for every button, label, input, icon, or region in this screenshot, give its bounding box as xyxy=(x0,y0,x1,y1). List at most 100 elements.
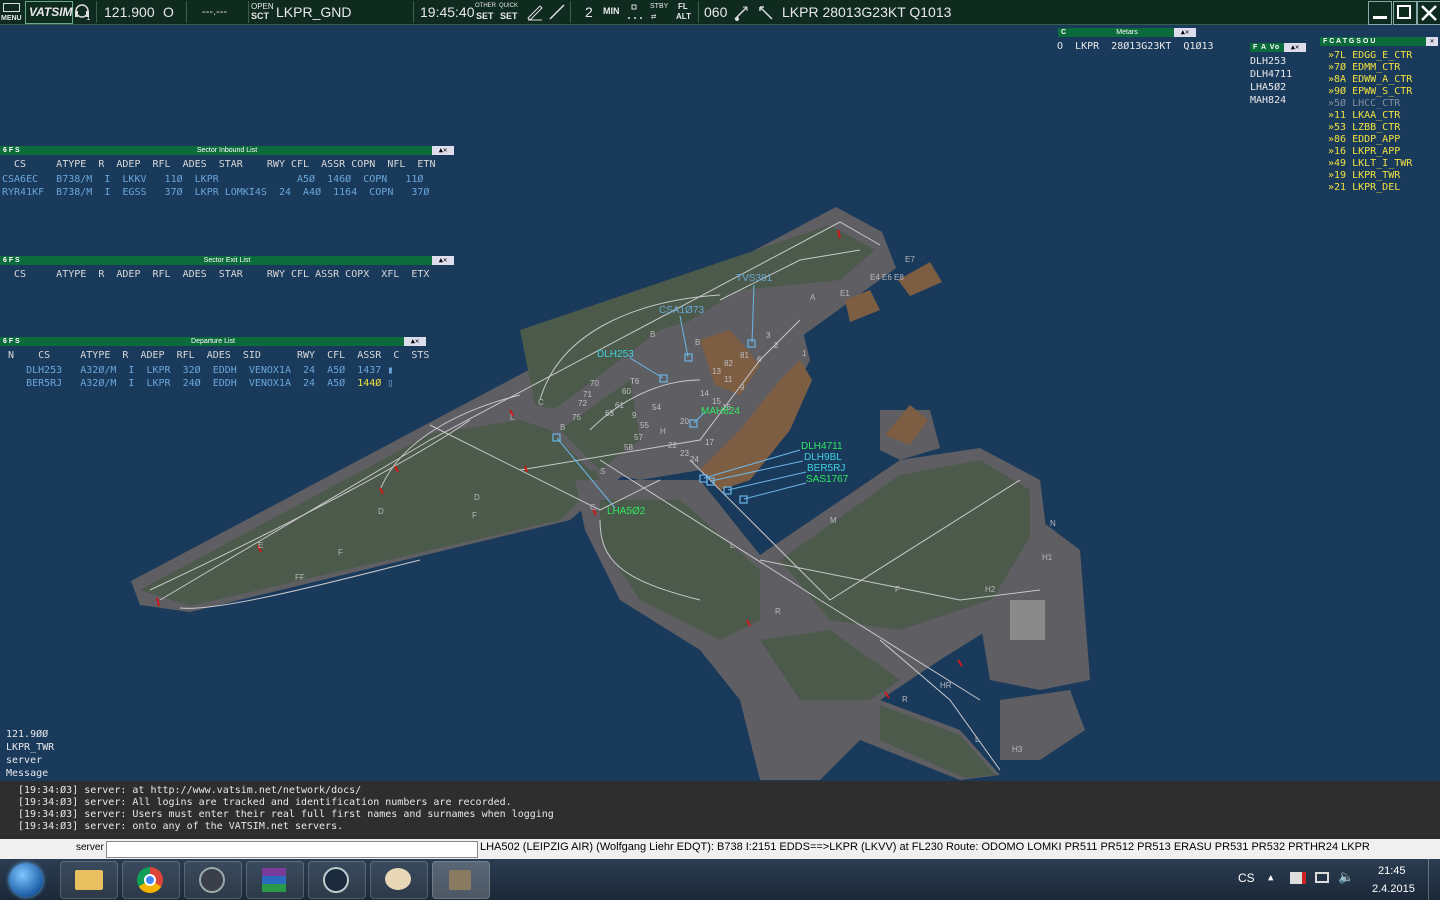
svg-text:H1: H1 xyxy=(1042,553,1053,562)
grass-area-west xyxy=(140,420,600,606)
metars-close-icon[interactable]: ▲✕ xyxy=(1174,28,1196,37)
svg-text:S: S xyxy=(600,467,605,476)
taskbar-paint[interactable] xyxy=(370,861,428,899)
paint-icon xyxy=(385,868,411,890)
controller-list-bar[interactable]: F C A T G S O U ✕ xyxy=(1320,37,1438,46)
aircraft-list-item[interactable]: DLH253 xyxy=(1250,55,1286,68)
svg-text:82: 82 xyxy=(724,359,733,368)
aircraft-label-dlh4711[interactable]: DLH4711 xyxy=(801,441,843,452)
network-icon[interactable] xyxy=(1315,872,1329,883)
aircraft-label-dlh9bl[interactable]: DLH9BL xyxy=(804,452,842,463)
inbound-list-row[interactable]: RYR41KF B738/M I EGSS 37Ø LKPR LOMKI4S 2… xyxy=(2,186,429,199)
aircraft-list-item[interactable]: MAH824 xyxy=(1250,94,1286,107)
departure-list-bar[interactable]: 6 F S Departure List ▲✕ xyxy=(0,337,426,346)
svg-text:71: 71 xyxy=(583,390,592,399)
departure-list-row[interactable]: BER5RJ A32Ø/M I LKPR 24Ø EDDH VENOX1A 24… xyxy=(2,377,393,390)
departure-list-header: N CS ATYPE R ADEP RFL ADES SID RWY CFL A… xyxy=(2,350,430,361)
svg-text:58: 58 xyxy=(624,443,633,452)
svg-text:A: A xyxy=(810,293,816,302)
svg-text:14: 14 xyxy=(700,389,709,398)
exit-list-bar[interactable]: 6 F S Sector Exit List ▲✕ xyxy=(0,256,454,265)
svg-text:HR: HR xyxy=(940,681,952,690)
action-center-icon[interactable] xyxy=(1290,872,1306,884)
svg-text:B: B xyxy=(650,330,655,339)
svg-text:B: B xyxy=(695,338,700,347)
svg-text:R: R xyxy=(902,695,908,704)
inbound-list-close-icon[interactable]: ▲✕ xyxy=(432,146,454,155)
svg-text:9: 9 xyxy=(740,383,745,392)
aircraft-list-item[interactable]: LHA5Ø2 xyxy=(1250,81,1286,94)
aircraft-label-mah824[interactable]: MAH824 xyxy=(701,406,740,417)
svg-text:13: 13 xyxy=(712,367,721,376)
svg-text:T6: T6 xyxy=(630,377,640,386)
svg-text:E: E xyxy=(258,541,263,550)
svg-text:L: L xyxy=(510,413,515,422)
north-hangar-2 xyxy=(898,262,942,296)
departure-status-icon[interactable]: ▯ xyxy=(387,378,393,389)
taskbar-teamspeak[interactable] xyxy=(308,861,366,899)
taskbar-winrar[interactable] xyxy=(246,861,304,899)
taskbar-date[interactable]: 2.4.2015 xyxy=(1372,883,1415,895)
svg-text:11: 11 xyxy=(724,375,733,384)
departure-list-row[interactable]: DLH253 A32Ø/M I LKPR 32Ø EDDH VENOX1A 24… xyxy=(2,364,393,377)
taskbar-clock[interactable]: 21:45 xyxy=(1378,865,1406,877)
svg-text:24: 24 xyxy=(690,455,699,464)
command-label: server xyxy=(76,842,104,853)
start-button[interactable] xyxy=(4,861,48,898)
aircraft-list-bar[interactable]: F A Vo ▲✕ xyxy=(1250,43,1306,52)
exit-list-close-icon[interactable]: ▲✕ xyxy=(432,256,454,265)
inbound-list-row[interactable]: CSA6EC B738/M I LKKV 11Ø LKPR A5Ø 146Ø C… xyxy=(2,173,423,186)
controller-list-close-icon[interactable]: ✕ xyxy=(1426,37,1438,46)
assigned-squawk[interactable]: 1437 xyxy=(357,365,381,376)
aircraft-label-sas1767[interactable]: SAS1767 xyxy=(806,474,848,485)
maintenance-hangar xyxy=(1010,600,1045,640)
svg-text:G: G xyxy=(590,503,596,512)
aircraft-label-dlh253[interactable]: DLH253 xyxy=(597,349,634,360)
metars-panel-bar[interactable]: C Metars ▲✕ xyxy=(1058,28,1196,37)
svg-text:F: F xyxy=(895,585,900,594)
aircraft-label-lha502[interactable]: LHA5Ø2 xyxy=(607,506,645,517)
message-area[interactable]: [19:34:Ø3] server: at http://www.vatsim.… xyxy=(0,781,1440,839)
media-player-icon xyxy=(199,867,225,893)
svg-text:H2: H2 xyxy=(985,585,996,594)
taskbar-euroscope[interactable] xyxy=(432,861,490,899)
language-indicator[interactable]: CS xyxy=(1238,871,1255,885)
volume-icon[interactable]: 🔈 xyxy=(1338,870,1354,885)
svg-text:17: 17 xyxy=(705,438,714,447)
svg-text:R: R xyxy=(775,607,781,616)
command-input[interactable] xyxy=(106,841,478,858)
departure-list-close-icon[interactable]: ▲✕ xyxy=(404,337,426,346)
active-frequency: 121.9ØØ xyxy=(6,729,49,740)
aircraft-label-ber5rj[interactable]: BER5RJ xyxy=(807,463,845,474)
aircraft-label-csa1073[interactable]: CSA1Ø73 xyxy=(659,305,704,316)
aircraft-label-tvs381[interactable]: TVS381 xyxy=(736,273,772,284)
departure-status-icon[interactable]: ▮ xyxy=(387,365,393,376)
message-line: [19:34:Ø3] server: Users must enter thei… xyxy=(18,809,554,820)
svg-text:L: L xyxy=(730,541,735,550)
svg-text:H: H xyxy=(660,427,666,436)
message-line: [19:34:Ø3] server: at http://www.vatsim.… xyxy=(18,785,362,796)
svg-text:N: N xyxy=(1050,519,1056,528)
controller-list-item[interactable]: »21 LKPR_DEL xyxy=(1328,181,1400,194)
svg-text:75: 75 xyxy=(572,413,581,422)
svg-text:6: 6 xyxy=(757,355,762,364)
svg-text:55: 55 xyxy=(640,421,649,430)
show-desktop-button[interactable] xyxy=(1428,859,1440,900)
svg-text:3: 3 xyxy=(766,331,771,340)
taskbar-explorer[interactable] xyxy=(60,861,118,899)
svg-text:FF: FF xyxy=(295,573,305,582)
taskbar-chrome[interactable] xyxy=(122,861,180,899)
tray-expand-icon[interactable]: ▲ xyxy=(1268,873,1273,883)
aircraft-list-close-icon[interactable]: ▲✕ xyxy=(1284,43,1306,52)
svg-text:B: B xyxy=(560,423,565,432)
inbound-list-header: CS ATYPE R ADEP RFL ADES STAR RWY CFL AS… xyxy=(2,159,436,170)
assigned-squawk[interactable]: 144Ø xyxy=(357,378,381,389)
taskbar-media[interactable] xyxy=(184,861,242,899)
svg-text:22: 22 xyxy=(668,441,677,450)
inbound-list-bar[interactable]: 6 F S Sector Inbound List ▲✕ xyxy=(0,146,454,155)
airport-ground-map[interactable]: FFFE DDF CLB BBM NH1H2 FRR HRLH3 LGS HA E… xyxy=(0,0,1440,900)
aircraft-list-item[interactable]: DLH4711 xyxy=(1250,68,1292,81)
svg-text:81: 81 xyxy=(740,351,749,360)
command-line: server LHA502 (LEIPZIG AIR) (Wolfgang Li… xyxy=(0,839,1440,859)
aircraft-info-line: LHA502 (LEIPZIG AIR) (Wolfgang Liehr EDQ… xyxy=(480,841,1370,853)
